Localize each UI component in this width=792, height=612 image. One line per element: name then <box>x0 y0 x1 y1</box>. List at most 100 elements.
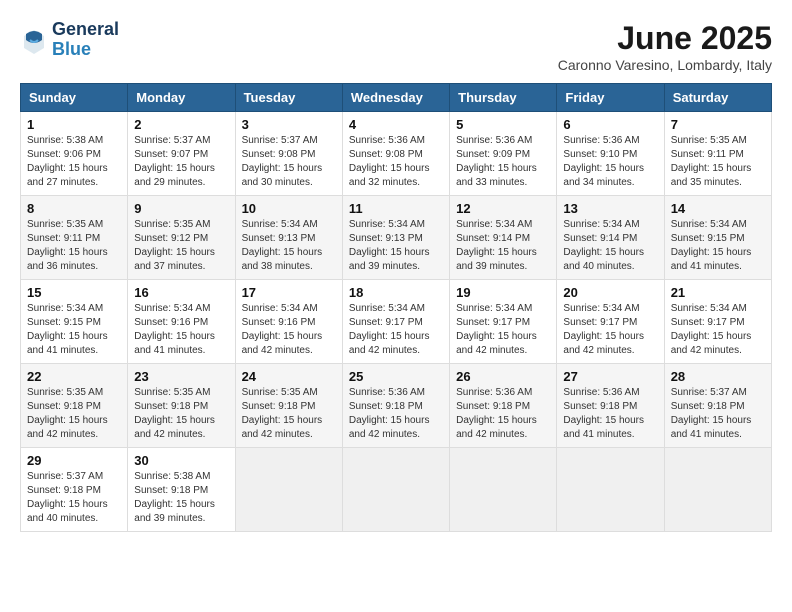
day-info: Sunrise: 5:37 AM Sunset: 9:07 PM Dayligh… <box>134 134 228 190</box>
calendar-cell: 7Sunrise: 5:35 AM Sunset: 9:11 PM Daylig… <box>664 112 771 196</box>
calendar-week-3: 15 Sunrise: 5:34 AM Sunset: 9:15 PM Dayli… <box>21 280 772 364</box>
calendar-cell: 29 Sunrise: 5:37 AM Sunset: 9:18 PM Dayli… <box>21 448 128 532</box>
calendar-cell <box>235 448 342 532</box>
day-number: 17 <box>242 285 336 300</box>
day-number: 19 <box>456 285 550 300</box>
day-info: Sunrise: 5:34 AM Sunset: 9:17 PM Dayligh… <box>349 302 443 358</box>
day-info: Sunrise: 5:35 AM Sunset: 9:18 PM Dayligh… <box>27 386 121 442</box>
day-info: Sunrise: 5:34 AM Sunset: 9:15 PM Dayligh… <box>671 218 765 274</box>
day-number: 20 <box>563 285 657 300</box>
day-info: Sunrise: 5:34 AM Sunset: 9:14 PM Dayligh… <box>563 218 657 274</box>
day-number: 15 <box>27 285 121 300</box>
col-sunday: Sunday <box>21 84 128 112</box>
day-number: 25 <box>349 369 443 384</box>
page-header: General Blue June 2025 Caronno Varesino,… <box>20 20 772 73</box>
day-info: Sunrise: 5:34 AM Sunset: 9:17 PM Dayligh… <box>456 302 550 358</box>
calendar-header-row: Sunday Monday Tuesday Wednesday Thursday… <box>21 84 772 112</box>
calendar-cell: 3Sunrise: 5:37 AM Sunset: 9:08 PM Daylig… <box>235 112 342 196</box>
day-info: Sunrise: 5:36 AM Sunset: 9:10 PM Dayligh… <box>563 134 657 190</box>
calendar-cell <box>664 448 771 532</box>
calendar-cell: 16 Sunrise: 5:34 AM Sunset: 9:16 PM Dayli… <box>128 280 235 364</box>
day-number: 9 <box>134 201 228 216</box>
calendar-cell: 4 Sunrise: 5:36 AM Sunset: 9:08 PM Daylig… <box>342 112 449 196</box>
calendar-cell: 30 Sunrise: 5:38 AM Sunset: 9:18 PM Dayli… <box>128 448 235 532</box>
calendar-cell: 25 Sunrise: 5:36 AM Sunset: 9:18 PM Dayli… <box>342 364 449 448</box>
month-title: June 2025 <box>558 20 772 57</box>
day-info: Sunrise: 5:36 AM Sunset: 9:09 PM Dayligh… <box>456 134 550 190</box>
calendar-cell: 23 Sunrise: 5:35 AM Sunset: 9:18 PM Dayli… <box>128 364 235 448</box>
day-number: 30 <box>134 453 228 468</box>
day-number: 27 <box>563 369 657 384</box>
calendar-cell: 18 Sunrise: 5:34 AM Sunset: 9:17 PM Dayli… <box>342 280 449 364</box>
logo-line2: Blue <box>52 40 119 60</box>
calendar-cell: 13Sunrise: 5:34 AM Sunset: 9:14 PM Dayli… <box>557 196 664 280</box>
day-info: Sunrise: 5:34 AM Sunset: 9:15 PM Dayligh… <box>27 302 121 358</box>
calendar-cell: 19 Sunrise: 5:34 AM Sunset: 9:17 PM Dayli… <box>450 280 557 364</box>
day-number: 2 <box>134 117 228 132</box>
calendar-cell: 24 Sunrise: 5:35 AM Sunset: 9:18 PM Dayli… <box>235 364 342 448</box>
calendar-cell: 27 Sunrise: 5:36 AM Sunset: 9:18 PM Dayli… <box>557 364 664 448</box>
calendar-cell: 8Sunrise: 5:35 AM Sunset: 9:11 PM Daylig… <box>21 196 128 280</box>
day-info: Sunrise: 5:34 AM Sunset: 9:16 PM Dayligh… <box>134 302 228 358</box>
day-number: 29 <box>27 453 121 468</box>
day-number: 16 <box>134 285 228 300</box>
col-monday: Monday <box>128 84 235 112</box>
day-number: 7 <box>671 117 765 132</box>
day-number: 5 <box>456 117 550 132</box>
calendar-cell: 15 Sunrise: 5:34 AM Sunset: 9:15 PM Dayli… <box>21 280 128 364</box>
day-number: 12 <box>456 201 550 216</box>
col-thursday: Thursday <box>450 84 557 112</box>
title-area: June 2025 Caronno Varesino, Lombardy, It… <box>558 20 772 73</box>
day-info: Sunrise: 5:37 AM Sunset: 9:18 PM Dayligh… <box>671 386 765 442</box>
day-number: 4 <box>349 117 443 132</box>
day-info: Sunrise: 5:34 AM Sunset: 9:17 PM Dayligh… <box>671 302 765 358</box>
location-subtitle: Caronno Varesino, Lombardy, Italy <box>558 57 772 73</box>
calendar-week-4: 22 Sunrise: 5:35 AM Sunset: 9:18 PM Dayli… <box>21 364 772 448</box>
calendar-week-1: 1 Sunrise: 5:38 AM Sunset: 9:06 PM Daylig… <box>21 112 772 196</box>
day-info: Sunrise: 5:35 AM Sunset: 9:11 PM Dayligh… <box>27 218 121 274</box>
day-info: Sunrise: 5:35 AM Sunset: 9:18 PM Dayligh… <box>242 386 336 442</box>
day-number: 6 <box>563 117 657 132</box>
day-info: Sunrise: 5:34 AM Sunset: 9:13 PM Dayligh… <box>349 218 443 274</box>
calendar-cell: 17Sunrise: 5:34 AM Sunset: 9:16 PM Dayli… <box>235 280 342 364</box>
calendar-cell: 28Sunrise: 5:37 AM Sunset: 9:18 PM Dayli… <box>664 364 771 448</box>
day-info: Sunrise: 5:37 AM Sunset: 9:18 PM Dayligh… <box>27 470 121 526</box>
day-info: Sunrise: 5:34 AM Sunset: 9:13 PM Dayligh… <box>242 218 336 274</box>
day-info: Sunrise: 5:38 AM Sunset: 9:06 PM Dayligh… <box>27 134 121 190</box>
day-number: 1 <box>27 117 121 132</box>
day-info: Sunrise: 5:36 AM Sunset: 9:18 PM Dayligh… <box>349 386 443 442</box>
day-info: Sunrise: 5:36 AM Sunset: 9:18 PM Dayligh… <box>456 386 550 442</box>
calendar-cell: 12 Sunrise: 5:34 AM Sunset: 9:14 PM Dayli… <box>450 196 557 280</box>
logo: General Blue <box>20 20 119 60</box>
calendar-cell <box>557 448 664 532</box>
day-number: 3 <box>242 117 336 132</box>
day-number: 11 <box>349 201 443 216</box>
day-number: 23 <box>134 369 228 384</box>
calendar-cell: 6 Sunrise: 5:36 AM Sunset: 9:10 PM Daylig… <box>557 112 664 196</box>
day-number: 18 <box>349 285 443 300</box>
calendar-cell <box>342 448 449 532</box>
day-number: 26 <box>456 369 550 384</box>
calendar-cell: 22 Sunrise: 5:35 AM Sunset: 9:18 PM Dayli… <box>21 364 128 448</box>
day-info: Sunrise: 5:38 AM Sunset: 9:18 PM Dayligh… <box>134 470 228 526</box>
day-number: 22 <box>27 369 121 384</box>
logo-line1: General <box>52 20 119 40</box>
day-info: Sunrise: 5:35 AM Sunset: 9:18 PM Dayligh… <box>134 386 228 442</box>
logo-icon <box>20 26 48 54</box>
col-wednesday: Wednesday <box>342 84 449 112</box>
day-number: 10 <box>242 201 336 216</box>
day-number: 21 <box>671 285 765 300</box>
day-info: Sunrise: 5:36 AM Sunset: 9:18 PM Dayligh… <box>563 386 657 442</box>
calendar-cell: 26 Sunrise: 5:36 AM Sunset: 9:18 PM Dayli… <box>450 364 557 448</box>
col-tuesday: Tuesday <box>235 84 342 112</box>
calendar-cell: 1 Sunrise: 5:38 AM Sunset: 9:06 PM Daylig… <box>21 112 128 196</box>
day-info: Sunrise: 5:34 AM Sunset: 9:17 PM Dayligh… <box>563 302 657 358</box>
col-friday: Friday <box>557 84 664 112</box>
day-info: Sunrise: 5:34 AM Sunset: 9:14 PM Dayligh… <box>456 218 550 274</box>
calendar-cell: 14Sunrise: 5:34 AM Sunset: 9:15 PM Dayli… <box>664 196 771 280</box>
day-info: Sunrise: 5:36 AM Sunset: 9:08 PM Dayligh… <box>349 134 443 190</box>
calendar-cell: 5 Sunrise: 5:36 AM Sunset: 9:09 PM Daylig… <box>450 112 557 196</box>
calendar-cell: 9Sunrise: 5:35 AM Sunset: 9:12 PM Daylig… <box>128 196 235 280</box>
day-number: 24 <box>242 369 336 384</box>
calendar-cell: 20 Sunrise: 5:34 AM Sunset: 9:17 PM Dayli… <box>557 280 664 364</box>
